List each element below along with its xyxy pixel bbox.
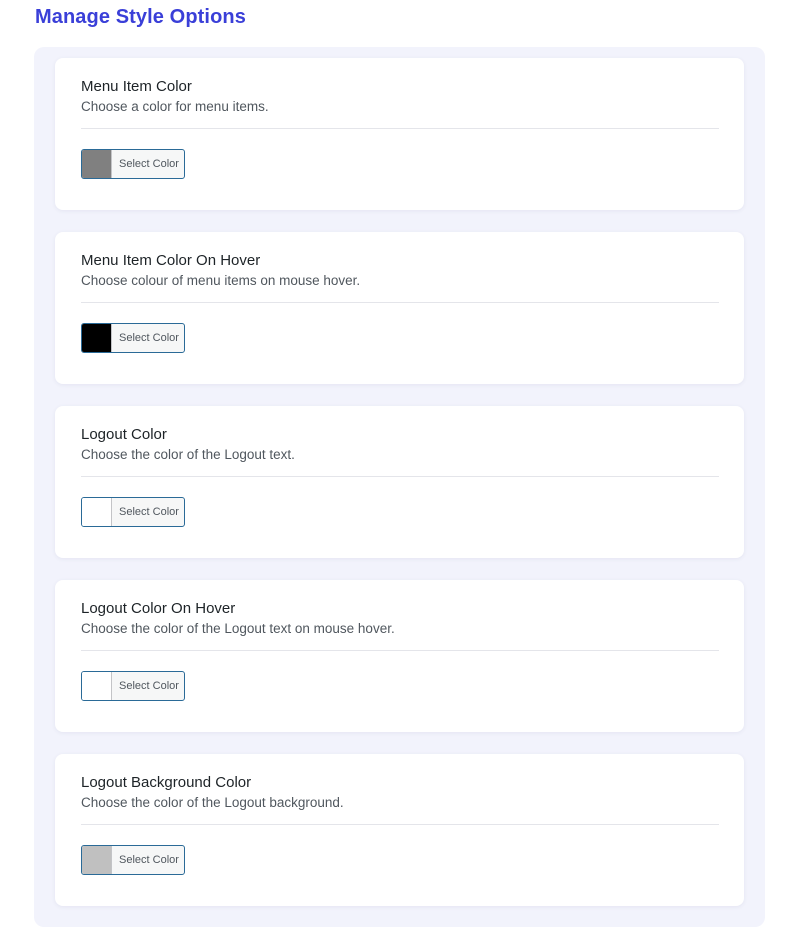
select-color-label[interactable]: Select Color xyxy=(112,324,184,352)
option-description: Choose a color for menu items. xyxy=(81,99,269,114)
divider xyxy=(81,824,719,825)
color-swatch[interactable] xyxy=(82,672,112,700)
color-swatch[interactable] xyxy=(82,324,112,352)
select-color-label[interactable]: Select Color xyxy=(112,150,184,178)
divider xyxy=(81,650,719,651)
menu-item-color-picker-button[interactable]: Select Color xyxy=(81,149,185,179)
page-title: Manage Style Options xyxy=(35,6,246,28)
option-card-logout-color-hover: Logout Color On Hover Choose the color o… xyxy=(55,580,744,732)
option-card-logout-color: Logout Color Choose the color of the Log… xyxy=(55,406,744,558)
option-description: Choose the color of the Logout text on m… xyxy=(81,621,395,636)
color-swatch[interactable] xyxy=(82,150,112,178)
option-title: Logout Color On Hover xyxy=(81,600,236,617)
option-card-menu-item-color: Menu Item Color Choose a color for menu … xyxy=(55,58,744,210)
color-swatch[interactable] xyxy=(82,846,112,874)
option-description: Choose the color of the Logout text. xyxy=(81,447,295,462)
style-options-panel: Menu Item Color Choose a color for menu … xyxy=(34,47,765,927)
option-card-logout-background-color: Logout Background Color Choose the color… xyxy=(55,754,744,906)
select-color-label[interactable]: Select Color xyxy=(112,672,184,700)
color-swatch[interactable] xyxy=(82,498,112,526)
select-color-label[interactable]: Select Color xyxy=(112,498,184,526)
divider xyxy=(81,128,719,129)
divider xyxy=(81,476,719,477)
logout-background-color-picker-button[interactable]: Select Color xyxy=(81,845,185,875)
option-title: Menu Item Color On Hover xyxy=(81,252,261,269)
option-card-menu-item-color-hover: Menu Item Color On Hover Choose colour o… xyxy=(55,232,744,384)
option-title: Menu Item Color xyxy=(81,78,192,95)
option-title: Logout Background Color xyxy=(81,774,252,791)
logout-hover-color-picker-button[interactable]: Select Color xyxy=(81,671,185,701)
option-description: Choose colour of menu items on mouse hov… xyxy=(81,273,361,288)
option-title: Logout Color xyxy=(81,426,167,443)
select-color-label[interactable]: Select Color xyxy=(112,846,184,874)
divider xyxy=(81,302,719,303)
logout-color-picker-button[interactable]: Select Color xyxy=(81,497,185,527)
option-description: Choose the color of the Logout backgroun… xyxy=(81,795,344,810)
menu-item-hover-color-picker-button[interactable]: Select Color xyxy=(81,323,185,353)
